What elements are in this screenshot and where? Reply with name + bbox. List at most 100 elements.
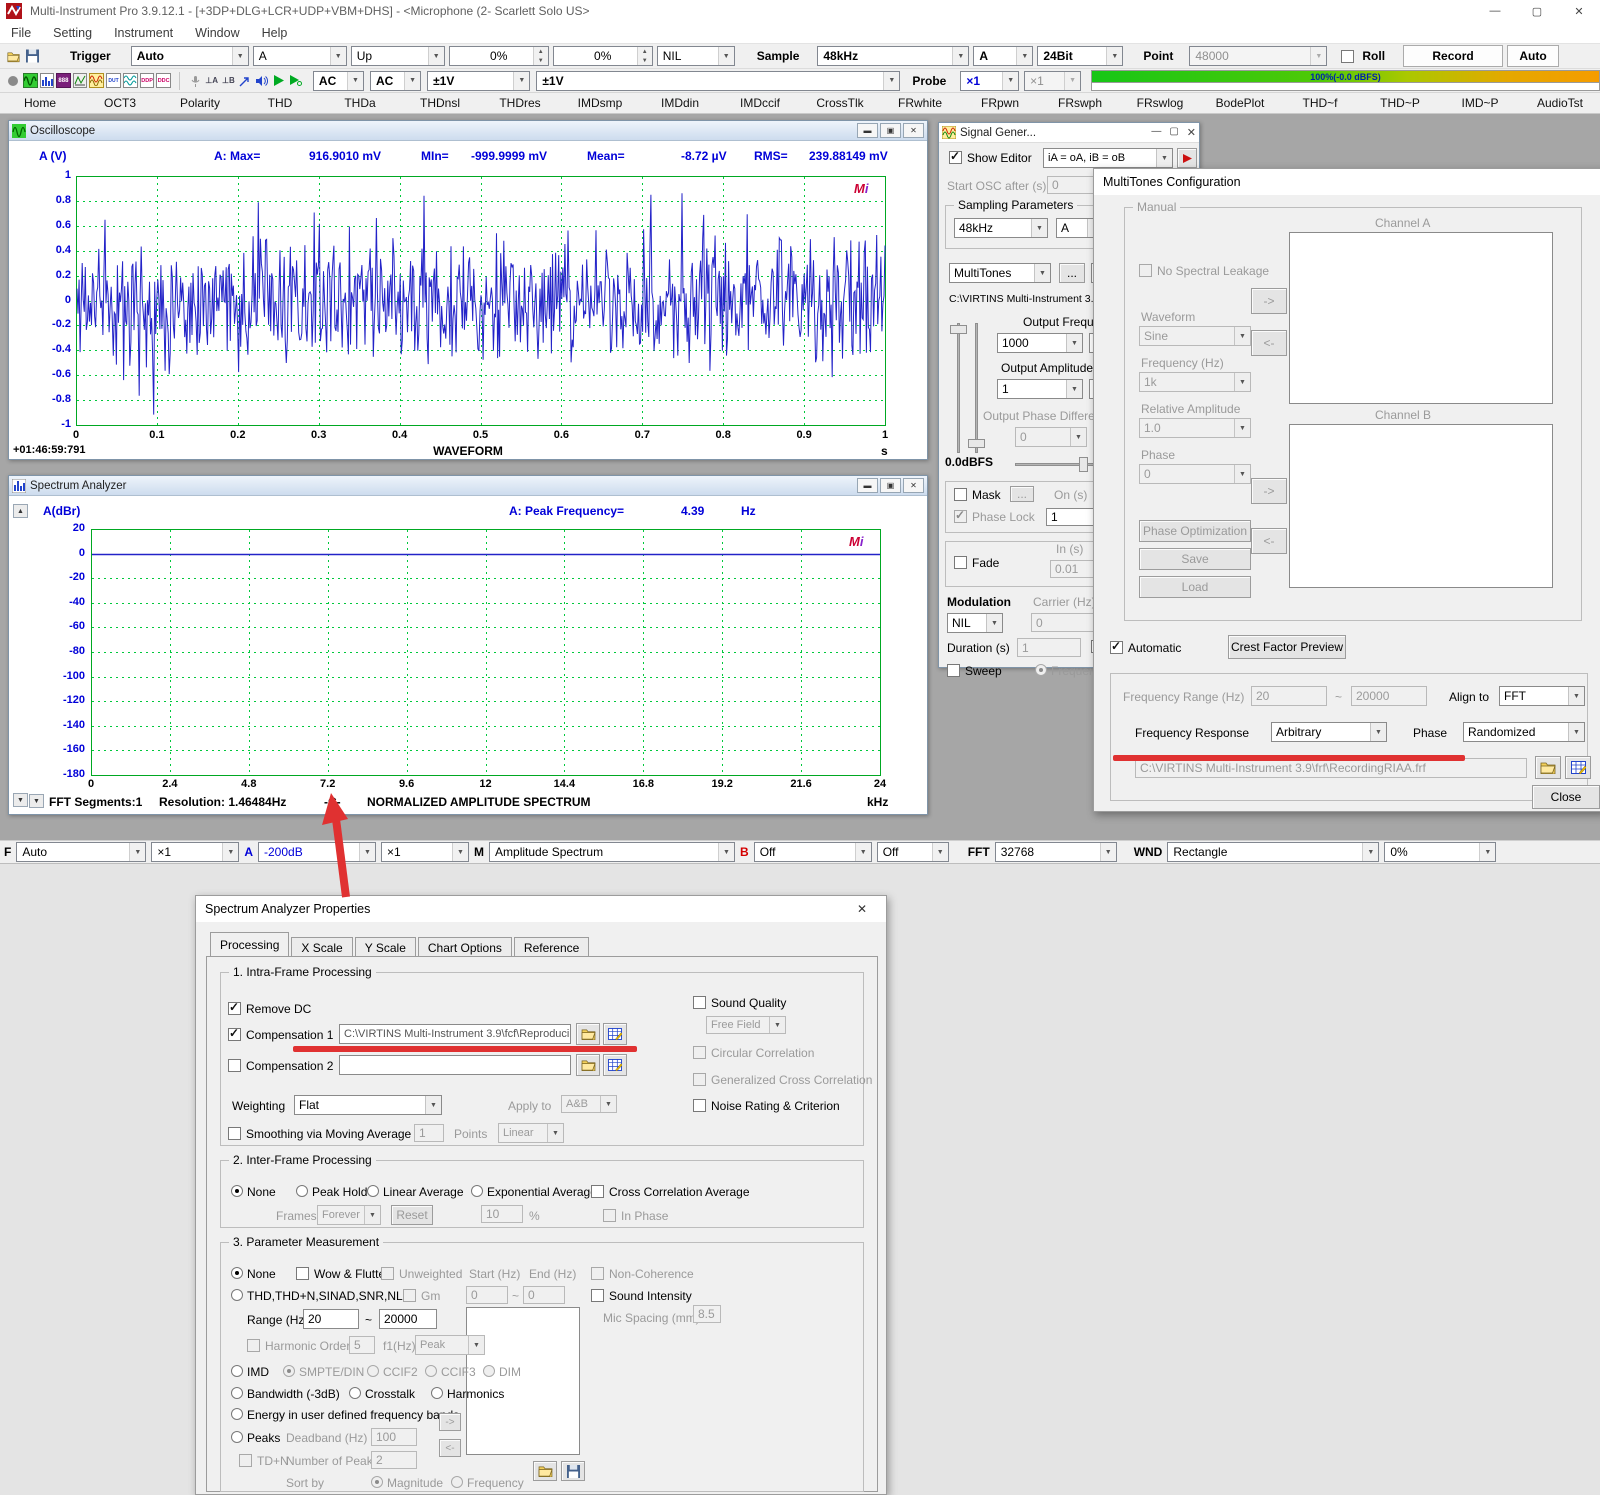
amplitude-slider-a[interactable] <box>957 323 960 453</box>
frequency-min-field[interactable]: 20 <box>1251 686 1327 706</box>
crosstalk-radio[interactable] <box>349 1387 361 1399</box>
open-fcf2-button[interactable] <box>576 1054 600 1076</box>
wow-flutter-checkbox[interactable] <box>296 1267 309 1280</box>
ccif2-radio[interactable] <box>367 1365 379 1377</box>
phase-mode-select[interactable]: Randomized <box>1463 722 1585 742</box>
sound-card-calibration-icon[interactable] <box>188 73 203 88</box>
record-length-select[interactable]: 48000 <box>1189 46 1327 66</box>
energy-bands-radio[interactable] <box>231 1408 243 1420</box>
ddp-viewer-icon[interactable]: DDP <box>140 73 155 88</box>
fade-checkbox[interactable] <box>954 556 967 569</box>
free-field-select[interactable]: Free Field <box>706 1016 786 1034</box>
oscilloscope-title-bar[interactable]: Oscilloscope ▬ ▣ ✕ <box>9 121 927 141</box>
trigger-level-stepper[interactable]: 0%▲▼ <box>449 46 549 66</box>
menu-help[interactable]: Help <box>251 26 299 40</box>
save-bands-button[interactable] <box>561 1461 585 1481</box>
range-a-select[interactable]: ±1V <box>427 71 530 91</box>
range-min-field[interactable]: 20 <box>303 1309 359 1329</box>
thd-radio[interactable] <box>231 1289 243 1301</box>
input-b-icon[interactable]: ⊥B <box>221 73 236 88</box>
f-mode-select[interactable]: Auto <box>16 842 146 862</box>
record-dot-icon[interactable] <box>6 73 21 88</box>
open-frf-file-button[interactable] <box>1535 756 1561 779</box>
range-b-select[interactable]: ±1V <box>536 71 900 91</box>
trigger-source-select[interactable]: A <box>253 46 347 66</box>
channel-a-listbox[interactable] <box>1289 232 1553 404</box>
generator-run-button[interactable] <box>1177 148 1197 168</box>
sound-quality-checkbox[interactable] <box>693 996 706 1009</box>
compensation2-checkbox[interactable] <box>228 1059 241 1072</box>
mask-checkbox[interactable] <box>954 488 967 501</box>
imd-radio[interactable] <box>231 1365 243 1377</box>
trigger-delay-stepper[interactable]: 0%▲▼ <box>553 46 653 66</box>
ccif3-radio[interactable] <box>425 1365 437 1377</box>
amplitude-slider-b[interactable] <box>975 323 978 453</box>
close-button[interactable]: Close <box>1532 785 1600 809</box>
sound-intensity-checkbox[interactable] <box>591 1289 604 1302</box>
param-none-radio[interactable] <box>231 1267 243 1279</box>
cross-correlation-average-checkbox[interactable] <box>591 1185 604 1198</box>
mic-spacing-field[interactable]: 8.5 <box>693 1305 721 1323</box>
apply-to-select[interactable]: A&B <box>561 1095 617 1113</box>
sweep-frequency-radio[interactable] <box>1035 664 1047 676</box>
crest-factor-preview-button[interactable]: Crest Factor Preview <box>1228 635 1346 659</box>
waveform-select[interactable]: Sine <box>1139 326 1251 346</box>
view-tab-thd-p[interactable]: THD~P <box>1360 96 1440 110</box>
run-icon[interactable] <box>271 73 286 88</box>
fft-size-select[interactable]: 32768 <box>995 842 1117 862</box>
unweighted-checkbox[interactable] <box>381 1267 394 1280</box>
close-icon[interactable]: ✕ <box>903 478 924 493</box>
exponential-average-radio[interactable] <box>471 1185 483 1197</box>
frequency-response-select[interactable]: Arbitrary <box>1271 722 1387 742</box>
menu-file[interactable]: File <box>0 26 42 40</box>
phase-lock-checkbox[interactable] <box>954 510 967 523</box>
oscilloscope-icon[interactable] <box>23 73 38 88</box>
bit-depth-select[interactable]: 24Bit <box>1037 46 1123 66</box>
automatic-checkbox[interactable] <box>1110 641 1123 654</box>
smpte-radio[interactable] <box>283 1365 295 1377</box>
remove-from-a-button[interactable]: <- <box>1251 330 1287 356</box>
view-tab-imdsmp[interactable]: IMDsmp <box>560 96 640 110</box>
phase-difference-select[interactable]: 0 <box>1015 427 1087 447</box>
view-tab-thdnsl[interactable]: THDnsl <box>400 96 480 110</box>
tdn-checkbox[interactable] <box>239 1454 252 1467</box>
non-coherence-checkbox[interactable] <box>591 1267 604 1280</box>
sampling-channel-select[interactable]: A <box>973 46 1033 66</box>
no-spectral-leakage-checkbox[interactable] <box>1139 264 1152 277</box>
signal-generator-title-bar[interactable]: Signal Gener... — ▢ ✕ <box>939 123 1199 143</box>
mask-more-button[interactable]: ... <box>1010 486 1034 502</box>
load-button[interactable]: Load <box>1139 576 1251 598</box>
view-tab-thd[interactable]: THD <box>240 96 320 110</box>
noise-rating-checkbox[interactable] <box>693 1099 706 1112</box>
minimize-icon[interactable]: ▬ <box>857 123 878 138</box>
sampling-rate-select[interactable]: 48kHz <box>817 46 969 66</box>
slider-thumb[interactable] <box>950 325 967 334</box>
multitones-title-bar[interactable]: MultiTones Configuration › <box>1094 169 1600 195</box>
modulation-select[interactable]: NIL <box>947 613 1003 633</box>
view-tab-home[interactable]: Home <box>0 96 80 110</box>
view-tab-imddin[interactable]: IMDdin <box>640 96 720 110</box>
load-bands-button[interactable] <box>533 1461 557 1481</box>
trigger-hpf-select[interactable]: NIL <box>657 46 735 66</box>
scroll-down-icon[interactable]: ▼ <box>13 793 28 807</box>
dim-radio[interactable] <box>483 1365 495 1377</box>
view-tab-thd-f[interactable]: THD~f <box>1280 96 1360 110</box>
waveform-plot[interactable] <box>76 176 886 426</box>
spectrum-plot[interactable] <box>91 529 881 776</box>
frf-file-path-field[interactable]: C:\VIRTINS Multi-Instrument 3.9\frf\Reco… <box>1135 758 1527 778</box>
compensation1-checkbox[interactable] <box>228 1028 241 1041</box>
align-to-select[interactable]: FFT <box>1499 686 1585 706</box>
view-tab-bodeplot[interactable]: BodePlot <box>1200 96 1280 110</box>
open-fcf1-button[interactable] <box>576 1023 600 1045</box>
record-button[interactable]: Record <box>1403 45 1503 67</box>
trigger-mode-select[interactable]: Auto <box>131 46 249 66</box>
menu-instrument[interactable]: Instrument <box>103 26 184 40</box>
generator-rate-select[interactable]: 48kHz <box>954 218 1048 238</box>
probe-b-select[interactable]: ×1 <box>1024 71 1081 91</box>
smoothing-checkbox[interactable] <box>228 1127 241 1140</box>
wnd-type-select[interactable]: Rectangle <box>1167 842 1379 862</box>
range-max-field[interactable]: 20000 <box>379 1309 437 1329</box>
view-tab-thdres[interactable]: THDres <box>480 96 560 110</box>
deadband-field[interactable]: 100 <box>371 1428 417 1446</box>
reset-button[interactable]: Reset <box>391 1205 433 1225</box>
